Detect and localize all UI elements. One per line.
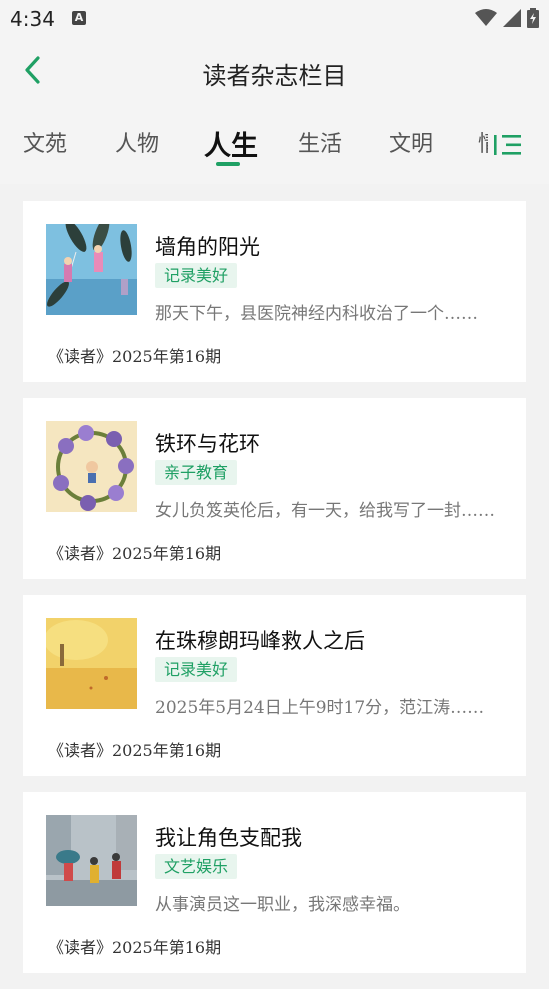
article-title: 在珠穆朗玛峰救人之后 — [155, 629, 365, 653]
tab-rensheng[interactable]: 人生 — [204, 124, 258, 163]
signal-icon — [503, 9, 521, 27]
article-source: 《读者》2025年第16期 — [48, 938, 222, 957]
tab-wenyuan[interactable]: 文苑 — [23, 126, 67, 158]
article-card[interactable]: 墙角的阳光 记录美好 那天下午，县医院神经内科收治了一个…… 《读者》2025年… — [23, 201, 526, 382]
tab-shenghuo[interactable]: 生活 — [298, 126, 342, 158]
article-card[interactable]: 在珠穆朗玛峰救人之后 记录美好 2025年5月24日上午9时17分，范江涛…… … — [23, 595, 526, 776]
tab-next-partial[interactable]: 情 — [478, 126, 488, 158]
golden-tree-illustration-thumbnail — [46, 618, 137, 709]
wifi-icon — [475, 9, 497, 26]
article-card[interactable]: 我让角色支配我 文艺娱乐 从事演员这一职业，我深感幸福。 《读者》2025年第1… — [23, 792, 526, 973]
kite-illustration-thumbnail — [46, 224, 137, 315]
status-bar: 4:34 A — [0, 0, 549, 38]
page-title: 读者杂志栏目 — [202, 62, 347, 90]
rainy-street-illustration-thumbnail — [46, 815, 137, 906]
article-summary: 从事演员这一职业，我深感幸福。 — [155, 895, 410, 915]
status-time: 4:34 — [10, 7, 55, 31]
a-icon: A — [72, 11, 86, 25]
article-tag: 记录美好 — [155, 657, 238, 682]
article-title: 铁环与花环 — [155, 432, 260, 456]
article-title: 我让角色支配我 — [155, 826, 302, 850]
active-tab-indicator — [216, 162, 240, 166]
article-source: 《读者》2025年第16期 — [48, 741, 222, 760]
article-source: 《读者》2025年第16期 — [48, 347, 222, 366]
article-tag: 记录美好 — [155, 263, 238, 288]
article-summary: 女儿负笈英伦后，有一天，给我写了一封…… — [155, 501, 495, 521]
article-card[interactable]: 铁环与花环 亲子教育 女儿负笈英伦后，有一天，给我写了一封…… 《读者》2025… — [23, 398, 526, 579]
list-menu-icon — [494, 135, 521, 155]
flower-wreath-illustration-thumbnail — [46, 421, 137, 512]
tab-menu-button[interactable] — [494, 134, 522, 156]
article-summary: 2025年5月24日上午9时17分，范江涛…… — [155, 698, 485, 718]
article-tag: 文艺娱乐 — [155, 854, 238, 879]
tab-renwu[interactable]: 人物 — [115, 126, 159, 158]
battery-icon — [527, 8, 539, 28]
app-header: 读者杂志栏目 — [0, 38, 549, 104]
status-icons — [475, 8, 539, 28]
article-summary: 那天下午，县医院神经内科收治了一个…… — [155, 304, 478, 324]
category-tabs: 文苑 人物 人生 生活 文明 情 — [0, 104, 549, 184]
article-source: 《读者》2025年第16期 — [48, 544, 222, 563]
tab-wenming[interactable]: 文明 — [389, 126, 433, 158]
article-list: 墙角的阳光 记录美好 那天下午，县医院神经内科收治了一个…… 《读者》2025年… — [23, 201, 526, 989]
article-title: 墙角的阳光 — [155, 235, 260, 259]
article-tag: 亲子教育 — [155, 460, 238, 485]
